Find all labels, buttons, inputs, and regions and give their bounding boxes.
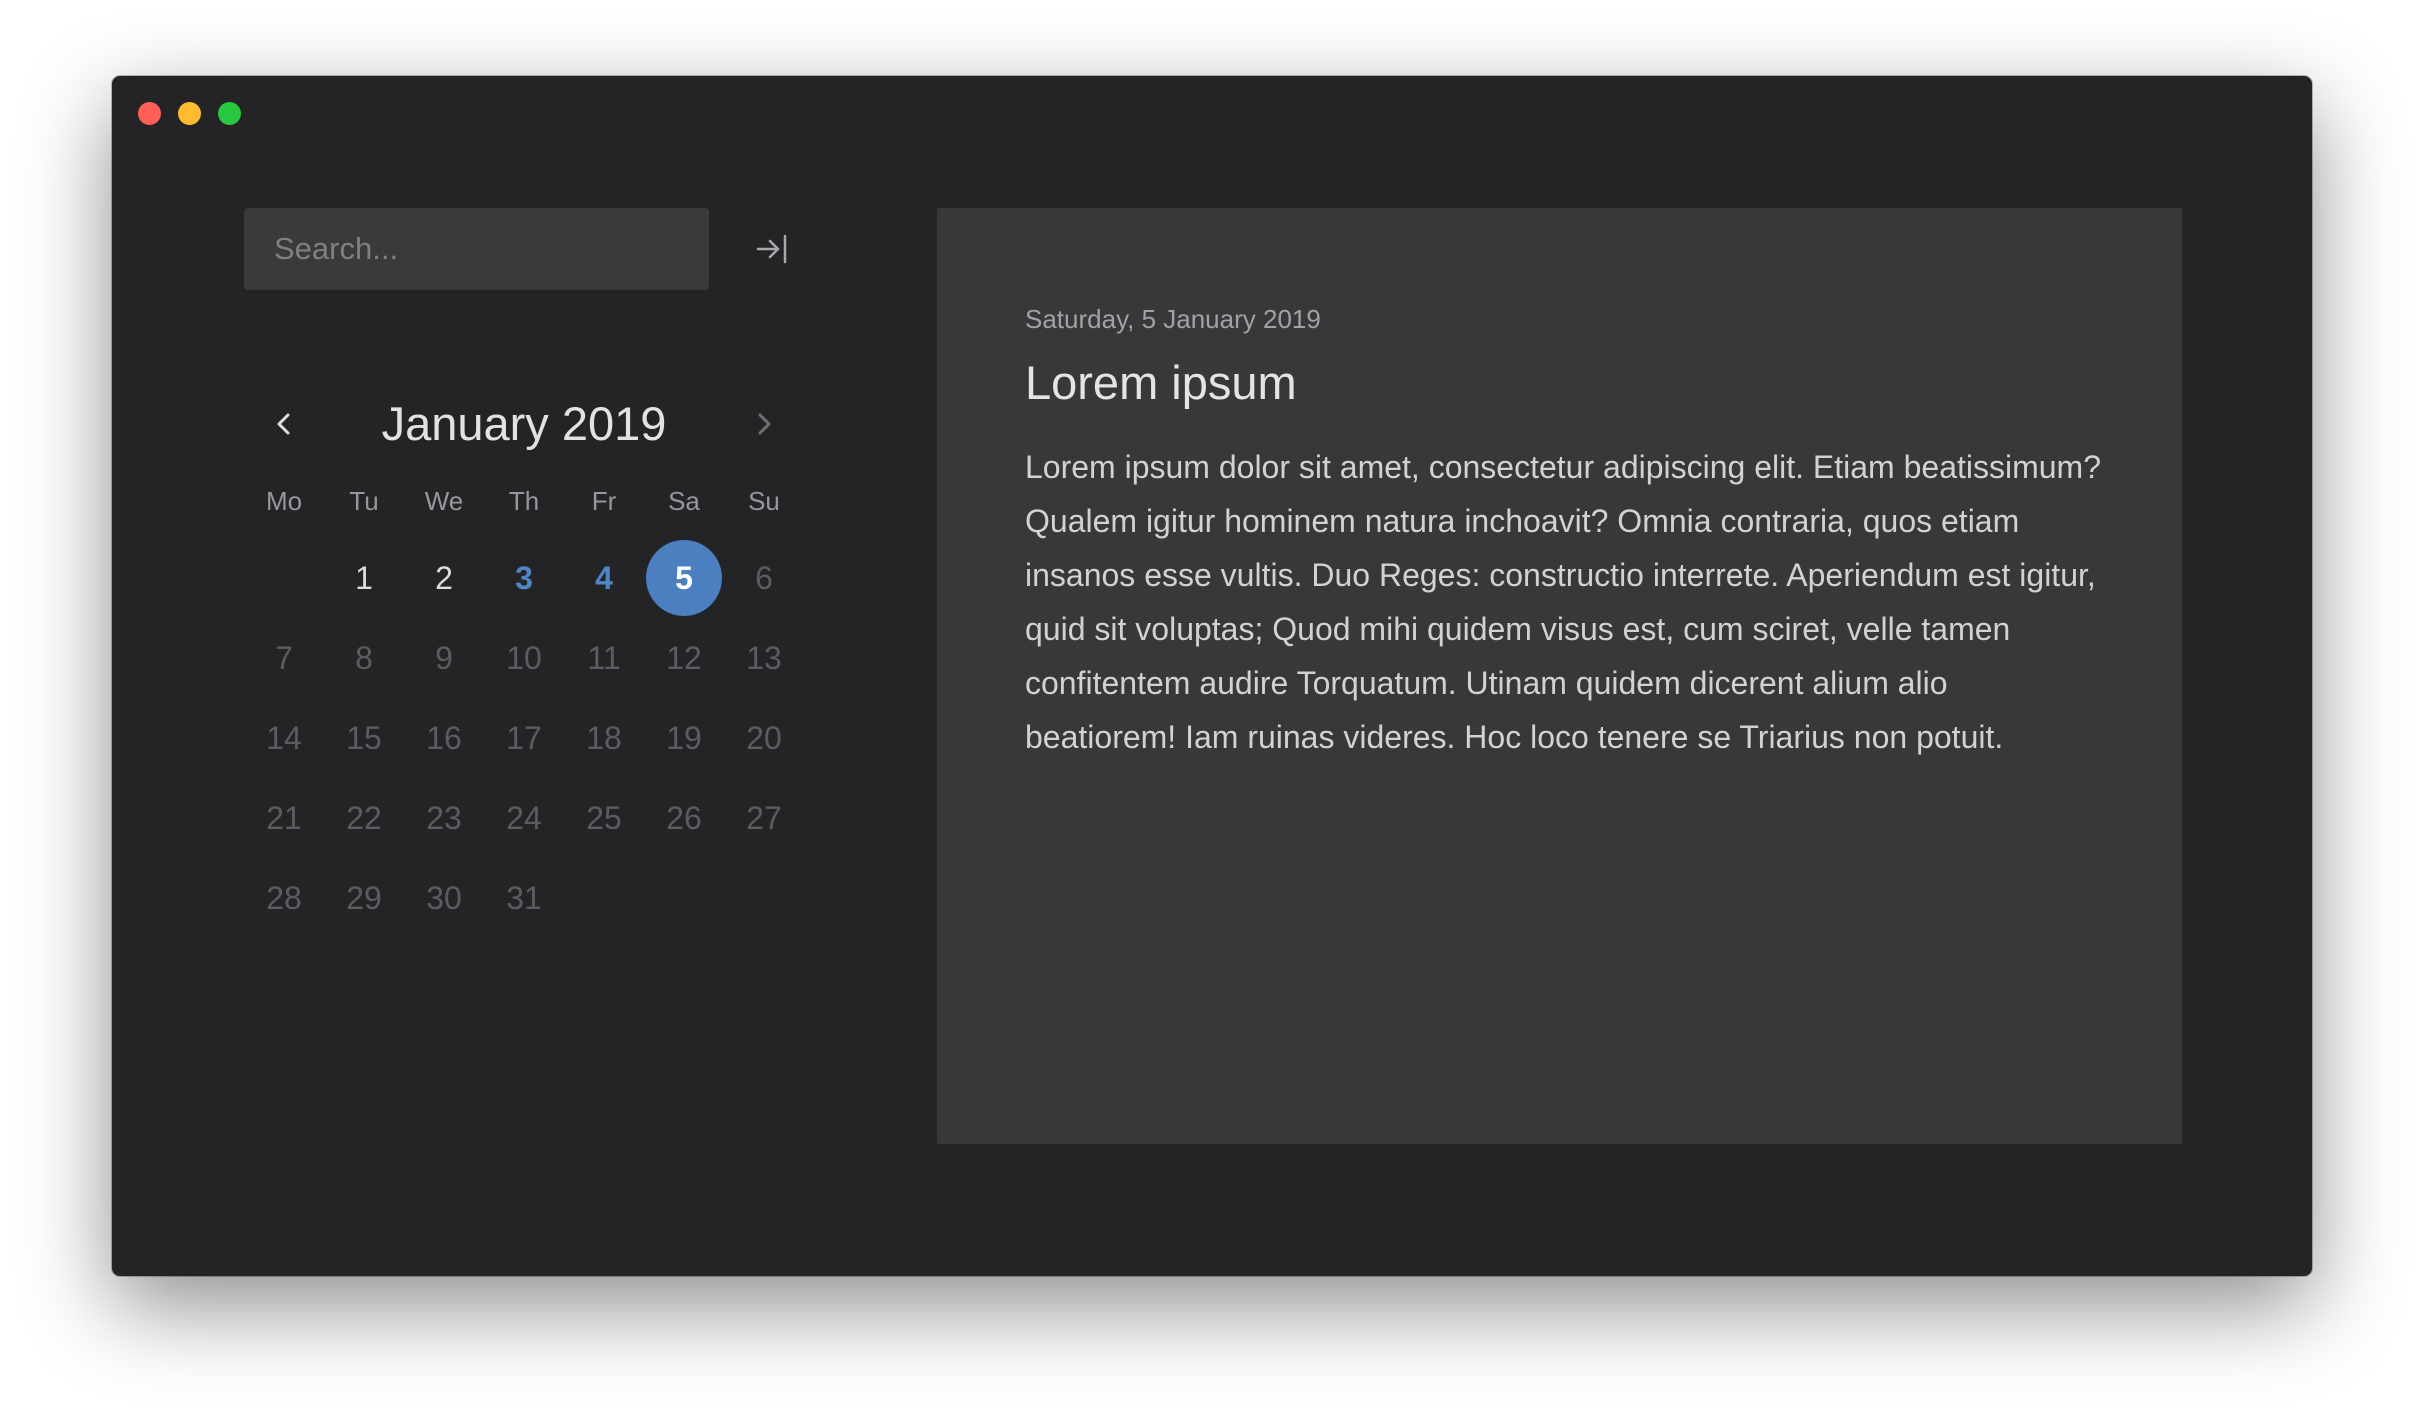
weekday-header-row: Mo Tu We Th Fr Sa Su [244, 481, 804, 521]
calendar-day[interactable]: 24 [484, 778, 564, 858]
calendar-day[interactable]: 19 [644, 698, 724, 778]
calendar-day[interactable]: 17 [484, 698, 564, 778]
calendar-grid: 1 2 3 4 5 6 7 8 9 10 11 12 13 14 15 16 1… [244, 538, 804, 938]
calendar-day[interactable]: 29 [324, 858, 404, 938]
weekday-label: Tu [349, 486, 379, 516]
weekday-label: We [424, 486, 464, 516]
window-controls [138, 102, 241, 125]
next-month-button[interactable] [734, 394, 794, 454]
weekday-label: Th [508, 486, 540, 516]
calendar-day-with-entry[interactable]: 3 [484, 538, 564, 618]
calendar-day[interactable]: 12 [644, 618, 724, 698]
weekday-label: Mo [265, 486, 303, 516]
collapse-sidebar-button[interactable] [749, 226, 795, 272]
entry-body-text[interactable]: Lorem ipsum dolor sit amet, consectetur … [1025, 440, 2105, 764]
calendar-header: January 2019 [244, 384, 804, 464]
calendar-day[interactable]: 25 [564, 778, 644, 858]
arrow-right-to-bar-icon [756, 234, 787, 264]
calendar-day-empty [244, 538, 324, 618]
calendar-day[interactable]: 23 [404, 778, 484, 858]
calendar-day[interactable]: 26 [644, 778, 724, 858]
calendar-day[interactable]: 20 [724, 698, 804, 778]
calendar-day[interactable]: 28 [244, 858, 324, 938]
calendar-day[interactable]: 1 [324, 538, 404, 618]
calendar-day[interactable]: 2 [404, 538, 484, 618]
entry-title[interactable]: Lorem ipsum [1025, 355, 1297, 410]
calendar-day-number: 5 [675, 559, 693, 596]
calendar-day[interactable]: 11 [564, 618, 644, 698]
calendar-day[interactable]: 30 [404, 858, 484, 938]
calendar-day[interactable]: 9 [404, 618, 484, 698]
close-window-button[interactable] [138, 102, 161, 125]
chevron-right-icon [758, 413, 771, 435]
calendar-day[interactable]: 31 [484, 858, 564, 938]
calendar-day[interactable]: 16 [404, 698, 484, 778]
calendar-day[interactable]: 21 [244, 778, 324, 858]
calendar-day[interactable]: 18 [564, 698, 644, 778]
search-input[interactable] [244, 208, 709, 290]
calendar-day[interactable]: 7 [244, 618, 324, 698]
calendar-day[interactable]: 10 [484, 618, 564, 698]
calendar-day-selected[interactable]: 5 [644, 538, 724, 618]
entry-editor[interactable]: Saturday, 5 January 2019 Lorem ipsum Lor… [937, 208, 2182, 1144]
weekday-label: Fr [591, 486, 617, 516]
month-title: January 2019 [381, 397, 667, 450]
entry-date: Saturday, 5 January 2019 [1025, 304, 1321, 334]
app-window: January 2019 Mo Tu We Th Fr Sa Su 1 2 3 … [112, 76, 2312, 1276]
calendar-day-with-entry[interactable]: 4 [564, 538, 644, 618]
weekday-label: Su [748, 486, 780, 516]
minimize-window-button[interactable] [178, 102, 201, 125]
weekday-label: Sa [668, 486, 700, 516]
calendar-day[interactable]: 14 [244, 698, 324, 778]
calendar-day[interactable]: 13 [724, 618, 804, 698]
calendar-day[interactable]: 27 [724, 778, 804, 858]
calendar-day[interactable]: 22 [324, 778, 404, 858]
calendar-day[interactable]: 8 [324, 618, 404, 698]
maximize-window-button[interactable] [218, 102, 241, 125]
calendar-day[interactable]: 15 [324, 698, 404, 778]
calendar-day[interactable]: 6 [724, 538, 804, 618]
